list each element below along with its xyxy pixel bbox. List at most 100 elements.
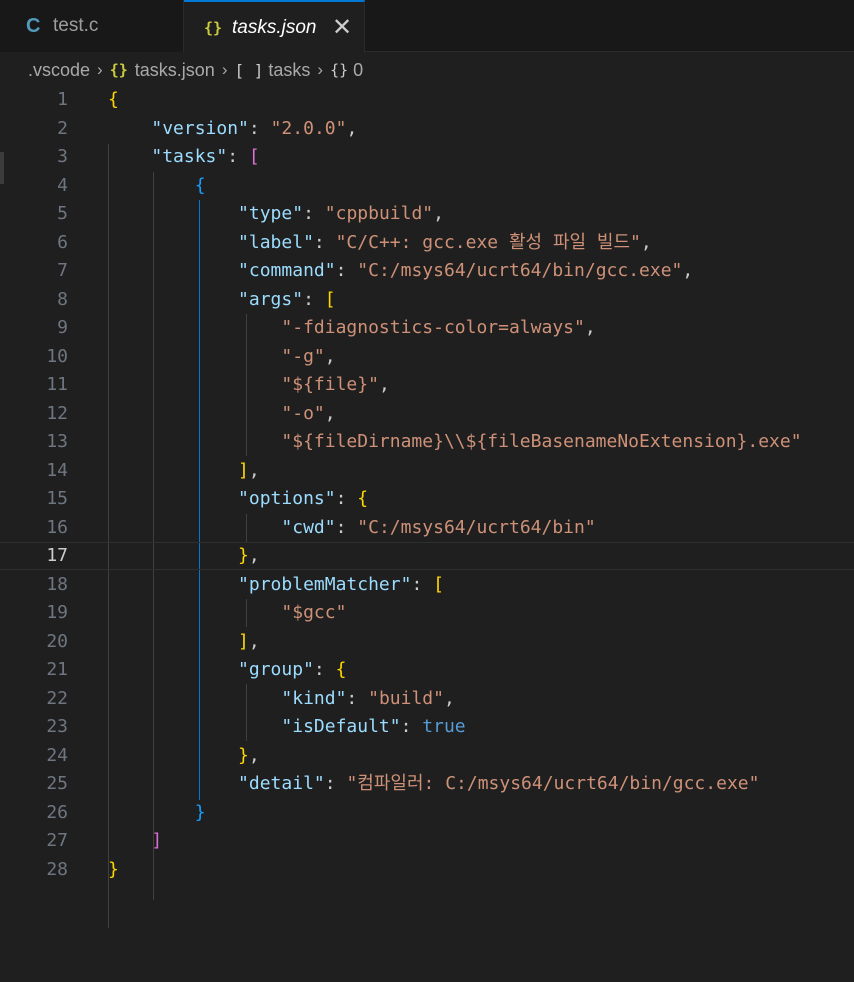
breadcrumb-folder[interactable]: .vscode [28,60,90,81]
code-token: , [324,345,336,367]
chevron-right-icon: › [317,60,324,79]
code-token: "version" [151,117,249,139]
breadcrumb-file[interactable]: tasks.json [135,60,215,81]
code-token: : [411,573,434,595]
code-token: } [238,545,249,566]
tab-test-c[interactable]: C test.c [0,0,184,52]
code-token: "${file}" [281,374,379,395]
code-text: "${file}", [108,371,389,399]
code-line[interactable]: 12 "-o", [0,400,854,428]
code-line[interactable]: 24 }, [0,742,854,770]
code-line[interactable]: 5 "type": "cppbuild", [0,200,854,228]
code-text: "command": "C:/msys64/ucrt64/bin/gcc.exe… [108,257,693,285]
line-number: 12 [46,402,68,424]
code-token: [ [248,146,260,167]
code-token: ] [238,630,249,652]
code-token: "problemMatcher" [238,573,412,595]
tab-tasks-json[interactable]: {} tasks.json ✕ [184,0,365,53]
breadcrumb-object[interactable]: 0 [353,60,363,81]
code-line[interactable]: 7 "command": "C:/msys64/ucrt64/bin/gcc.e… [0,257,854,285]
chevron-right-icon: › [97,60,103,79]
code-token: { [108,89,119,110]
code-line[interactable]: 18 "problemMatcher": [ [0,571,854,599]
breadcrumb-array[interactable]: tasks [268,60,310,81]
code-text: "problemMatcher": [ [108,571,444,599]
code-token: } [194,801,206,823]
code-text: "tasks": [ [108,143,260,171]
code-line[interactable]: 10 "-g", [0,343,854,371]
code-line[interactable]: 23 "isDefault": true [0,713,854,741]
code-token: : [324,773,347,794]
code-line[interactable]: 8 "args": [ [0,286,854,314]
code-line[interactable]: 3 "tasks": [ [0,143,854,171]
code-editor[interactable]: 1{2 "version": "2.0.0", 3 "tasks": [4 {5 … [0,86,854,982]
code-line[interactable]: 13 "${fileDirname}\\${fileBasenameNoExte… [0,428,854,456]
code-token: : [227,146,249,167]
code-line[interactable]: 4 { [0,172,854,200]
code-line[interactable]: 2 "version": "2.0.0", [0,115,854,143]
code-line[interactable]: 26 } [0,799,854,827]
line-number: 27 [46,830,68,851]
code-token: , [640,231,652,253]
code-token: { [357,488,369,509]
line-number: 3 [57,146,68,167]
line-number: 6 [57,231,68,253]
code-line[interactable]: 20 ], [0,628,854,656]
code-token: "-g" [281,345,325,367]
line-number: 28 [46,858,68,880]
line-number: 15 [46,488,68,509]
code-token: [ [433,573,444,595]
c-file-icon: C [26,14,41,37]
close-icon[interactable]: ✕ [332,15,352,40]
code-text: "-o", [108,400,335,428]
code-token: : [303,288,325,310]
code-token: : [248,117,271,139]
code-text: }, [108,543,260,569]
code-line[interactable]: 14 ], [0,457,854,485]
code-text: { [108,86,119,114]
object-icon: {} [330,61,349,79]
code-text: "kind": "build", [108,685,455,713]
code-text: "-fdiagnostics-color=always", [108,314,595,342]
code-text: "args": [ [108,286,336,314]
code-token: } [238,744,249,766]
code-line[interactable]: 27 ] [0,827,854,855]
code-token: , [443,687,455,709]
code-text: "detail": "컴파일러: C:/msys64/ucrt64/bin/gc… [108,770,759,798]
code-line[interactable]: 19 "$gcc" [0,599,854,627]
code-line[interactable]: 22 "kind": "build", [0,685,854,713]
code-token: "2.0.0" [270,117,347,139]
code-line[interactable]: 11 "${file}", [0,371,854,399]
code-line[interactable]: 21 "group": { [0,656,854,684]
code-text: "isDefault": true [108,713,465,741]
code-line[interactable]: 15 "options": { [0,485,854,513]
code-token: ] [238,459,249,481]
code-token: : [346,687,369,709]
code-text: "${fileDirname}\\${fileBasenameNoExtensi… [108,428,801,456]
code-token: "tasks" [151,146,228,167]
code-line[interactable]: 28} [0,856,854,884]
code-line[interactable]: 25 "detail": "컴파일러: C:/msys64/ucrt64/bin… [0,770,854,798]
line-number: 7 [57,260,68,281]
code-token: : [335,488,358,509]
code-token: "label" [238,231,314,253]
chevron-right-icon: › [221,60,228,79]
line-number: 20 [46,630,68,652]
json-file-icon: {} [204,18,223,37]
code-line[interactable]: 6 "label": "C/C++: gcc.exe 활성 파일 빌드", [0,229,854,257]
code-text: "$gcc" [108,599,346,627]
code-line[interactable]: 9 "-fdiagnostics-color=always", [0,314,854,342]
code-line[interactable]: 16 "cwd": "C:/msys64/ucrt64/bin" [0,514,854,542]
code-line[interactable]: 17 }, [0,542,854,570]
code-token: : [313,659,336,680]
line-number: 21 [46,659,68,680]
code-token: , [248,744,260,766]
code-token: "type" [238,203,304,224]
code-line[interactable]: 1{ [0,86,854,114]
